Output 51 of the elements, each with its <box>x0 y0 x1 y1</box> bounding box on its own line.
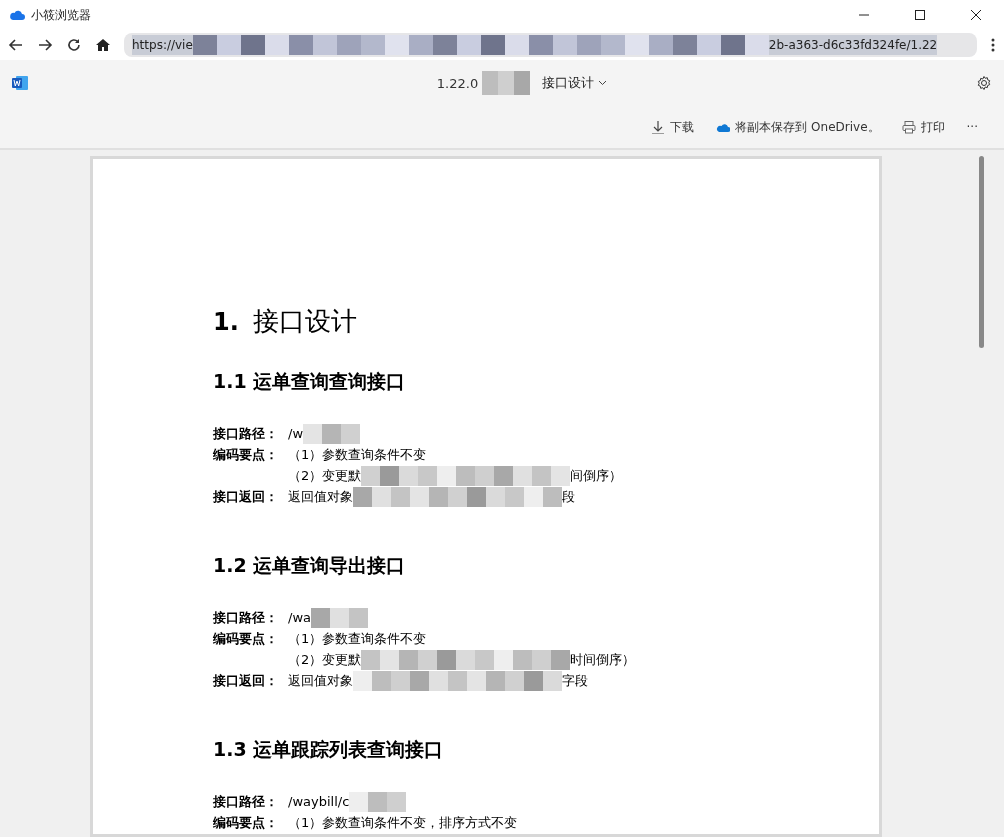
heading-number: 1. <box>213 308 239 336</box>
download-icon <box>651 120 666 134</box>
reload-icon[interactable] <box>66 37 82 53</box>
settings-icon[interactable] <box>976 75 992 91</box>
address-field[interactable]: https://vie 2b-a363-d6c33fd324fe/1.22 <box>124 33 977 57</box>
download-button[interactable]: 下载 <box>647 114 699 140</box>
field-label: 接口路径： <box>213 792 279 811</box>
url-text: 2b-a363-d6c33fd324fe/1.22 <box>768 38 938 52</box>
field-label: 接口路径： <box>213 608 279 627</box>
field-label: 编码要点： <box>213 813 279 832</box>
url-text: https://vie <box>132 38 193 52</box>
section-heading: 1.2 运单查询导出接口 <box>213 553 407 578</box>
document-title-dropdown[interactable]: 接口设计 <box>542 74 595 92</box>
field-value: （1）参数查询条件不变 <box>288 629 427 648</box>
field-value: /w <box>288 426 303 441</box>
field-value: 字段 <box>562 671 588 690</box>
field-value: （2）变更默 <box>288 650 362 669</box>
cloud-icon <box>9 9 25 21</box>
field-value: 段 <box>562 487 575 506</box>
field-value: /wa <box>288 610 311 625</box>
forward-icon[interactable] <box>37 37 53 53</box>
file-name: 1.22.0 <box>436 75 479 91</box>
print-button[interactable]: 打印 <box>897 114 949 140</box>
document-heading: 接口设计 <box>252 305 357 338</box>
close-icon[interactable] <box>970 9 982 21</box>
field-label: 编码要点： <box>213 629 279 648</box>
window-title: 小筱浏览器 <box>31 6 91 24</box>
field-value: 返回值对象 <box>288 671 353 690</box>
field-label: 接口路径： <box>213 424 279 443</box>
more-icon[interactable] <box>990 37 996 53</box>
printer-icon <box>901 120 916 134</box>
section-heading: 1.3 运单跟踪列表查询接口 <box>213 737 445 762</box>
field-value: /waybill/c <box>288 794 350 809</box>
section-heading: 1.1 运单查询查询接口 <box>213 369 407 394</box>
back-icon[interactable] <box>8 37 24 53</box>
field-value: （1）参数查询条件不变，排序方式不变 <box>288 813 518 832</box>
more-button[interactable]: ··· <box>962 116 982 138</box>
caret-icon <box>598 80 608 86</box>
field-label: 编码要点： <box>213 445 279 464</box>
field-label: 接口返回： <box>213 487 279 506</box>
field-value: 返回值对象 <box>288 487 353 506</box>
field-value: （1）参数查询条件不变 <box>288 445 427 464</box>
field-label: 接口返回： <box>213 671 279 690</box>
document-app-icon[interactable] <box>12 75 28 91</box>
scrollbar-thumb[interactable] <box>979 156 984 348</box>
home-icon[interactable] <box>95 37 111 53</box>
field-value: （2）变更默 <box>288 466 362 485</box>
field-value: 时间倒序） <box>570 650 636 669</box>
onedrive-button[interactable]: 将副本保存到 OneDrive。 <box>712 114 884 140</box>
maximize-icon[interactable] <box>914 9 926 21</box>
field-value: 间倒序） <box>570 466 623 485</box>
